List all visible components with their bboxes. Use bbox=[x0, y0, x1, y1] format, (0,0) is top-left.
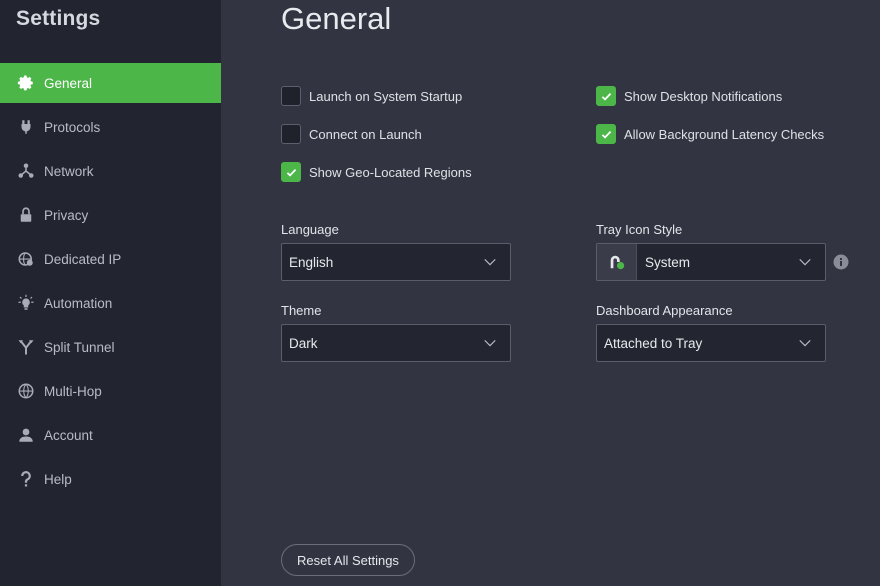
network-icon bbox=[16, 161, 36, 181]
theme-label: Theme bbox=[281, 303, 322, 318]
tray-icon-style-label: Tray Icon Style bbox=[596, 222, 683, 237]
checkmark-icon bbox=[286, 168, 296, 177]
sidebar-item-network[interactable]: Network bbox=[0, 151, 221, 191]
question-icon bbox=[16, 469, 36, 489]
dashboard-appearance-value: Attached to Tray bbox=[604, 335, 703, 351]
show-geo-regions-checkbox[interactable] bbox=[281, 162, 301, 182]
split-icon bbox=[16, 337, 36, 357]
checkmark-icon bbox=[601, 92, 611, 101]
tray-icon-style-value: System bbox=[645, 254, 691, 270]
language-select[interactable]: English bbox=[281, 243, 511, 281]
sidebar-item-label: Multi-Hop bbox=[44, 383, 102, 399]
sidebar-nav: General Protocols Network Privacy Dedica… bbox=[0, 63, 221, 503]
sidebar-item-multi-hop[interactable]: Multi-Hop bbox=[0, 371, 221, 411]
language-value: English bbox=[289, 254, 334, 270]
gear-icon bbox=[16, 73, 36, 93]
globe-pin-icon bbox=[16, 249, 36, 269]
launch-on-startup-checkbox[interactable] bbox=[281, 86, 301, 106]
background-latency-checkbox[interactable] bbox=[596, 124, 616, 144]
language-label: Language bbox=[281, 222, 339, 237]
plug-icon bbox=[16, 117, 36, 137]
sidebar-item-account[interactable]: Account bbox=[0, 415, 221, 455]
sidebar-item-general[interactable]: General bbox=[0, 63, 221, 103]
sidebar-item-help[interactable]: Help bbox=[0, 459, 221, 499]
desktop-notifications-option[interactable]: Show Desktop Notifications bbox=[596, 86, 782, 106]
sidebar-item-label: Protocols bbox=[44, 119, 101, 135]
sidebar-item-dedicated-ip[interactable]: Dedicated IP bbox=[0, 239, 221, 279]
globe-icon bbox=[16, 381, 36, 401]
reset-all-settings-button[interactable]: Reset All Settings bbox=[281, 544, 415, 576]
chevron-down-icon bbox=[470, 336, 510, 350]
theme-select[interactable]: Dark bbox=[281, 324, 511, 362]
connect-on-launch-option[interactable]: Connect on Launch bbox=[281, 124, 422, 144]
checkbox-label: Launch on System Startup bbox=[309, 88, 463, 104]
sidebar-item-label: Network bbox=[44, 163, 94, 179]
sidebar-item-label: Split Tunnel bbox=[44, 339, 115, 355]
sidebar-item-split-tunnel[interactable]: Split Tunnel bbox=[0, 327, 221, 367]
lightbulb-icon bbox=[16, 293, 36, 313]
sidebar-item-label: Automation bbox=[44, 295, 113, 311]
sidebar: Settings General Protocols Network Priva… bbox=[0, 0, 221, 586]
theme-value: Dark bbox=[289, 335, 318, 351]
checkbox-label: Show Desktop Notifications bbox=[624, 88, 783, 104]
checkbox-label: Connect on Launch bbox=[309, 126, 422, 142]
chevron-down-icon bbox=[785, 255, 825, 269]
dashboard-appearance-select[interactable]: Attached to Tray bbox=[596, 324, 826, 362]
checkbox-label: Allow Background Latency Checks bbox=[624, 126, 825, 142]
sidebar-title: Settings bbox=[16, 7, 101, 30]
dashboard-appearance-label: Dashboard Appearance bbox=[596, 303, 733, 318]
show-geo-regions-option[interactable]: Show Geo-Located Regions bbox=[281, 162, 472, 182]
sidebar-item-automation[interactable]: Automation bbox=[0, 283, 221, 323]
lock-icon bbox=[16, 205, 36, 225]
info-icon[interactable] bbox=[833, 254, 849, 270]
sidebar-item-protocols[interactable]: Protocols bbox=[0, 107, 221, 147]
checkmark-icon bbox=[601, 130, 611, 139]
launch-on-startup-option[interactable]: Launch on System Startup bbox=[281, 86, 462, 106]
sidebar-item-label: Account bbox=[44, 427, 93, 443]
checkbox-label: Show Geo-Located Regions bbox=[309, 164, 472, 180]
chevron-down-icon bbox=[785, 336, 825, 350]
user-icon bbox=[16, 425, 36, 445]
page-title: General bbox=[281, 1, 392, 36]
desktop-notifications-checkbox[interactable] bbox=[596, 86, 616, 106]
sidebar-item-label: Dedicated IP bbox=[44, 251, 122, 267]
sidebar-item-privacy[interactable]: Privacy bbox=[0, 195, 221, 235]
sidebar-item-label: General bbox=[44, 75, 93, 91]
background-latency-option[interactable]: Allow Background Latency Checks bbox=[596, 124, 824, 144]
tray-preview-icon bbox=[597, 244, 637, 280]
connect-on-launch-checkbox[interactable] bbox=[281, 124, 301, 144]
sidebar-item-label: Help bbox=[44, 471, 72, 487]
sidebar-item-label: Privacy bbox=[44, 207, 89, 223]
chevron-down-icon bbox=[470, 255, 510, 269]
tray-icon-style-select[interactable]: System bbox=[596, 243, 826, 281]
